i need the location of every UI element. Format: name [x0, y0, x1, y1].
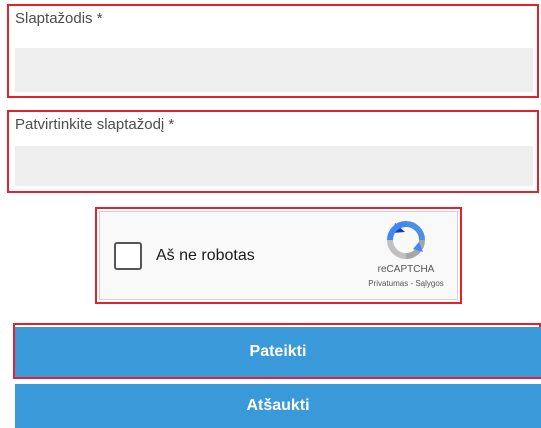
captcha-highlight: Aš ne robotas reCAPTCHA Privatumas - Sąl… — [95, 207, 462, 304]
cancel-button[interactable]: Atšaukti — [15, 384, 541, 428]
confirm-password-input[interactable] — [15, 146, 533, 186]
captcha-label: Aš ne robotas — [156, 247, 255, 264]
confirm-password-label: Patvirtinkite slaptažodį * — [15, 116, 175, 133]
recaptcha-logo-icon — [387, 221, 425, 259]
captcha-checkbox[interactable] — [114, 242, 142, 270]
password-field-group: Slaptažodis * — [7, 4, 539, 98]
submit-button[interactable]: Pateikti — [15, 327, 541, 377]
password-label: Slaptažodis * — [15, 10, 103, 27]
recaptcha-widget: Aš ne robotas reCAPTCHA Privatumas - Sąl… — [99, 211, 458, 300]
recaptcha-links[interactable]: Privatumas - Sąlygos — [346, 279, 466, 288]
password-input[interactable] — [15, 48, 533, 92]
recaptcha-brand: reCAPTCHA — [377, 264, 435, 275]
confirm-password-field-group: Patvirtinkite slaptažodį * — [7, 110, 539, 193]
